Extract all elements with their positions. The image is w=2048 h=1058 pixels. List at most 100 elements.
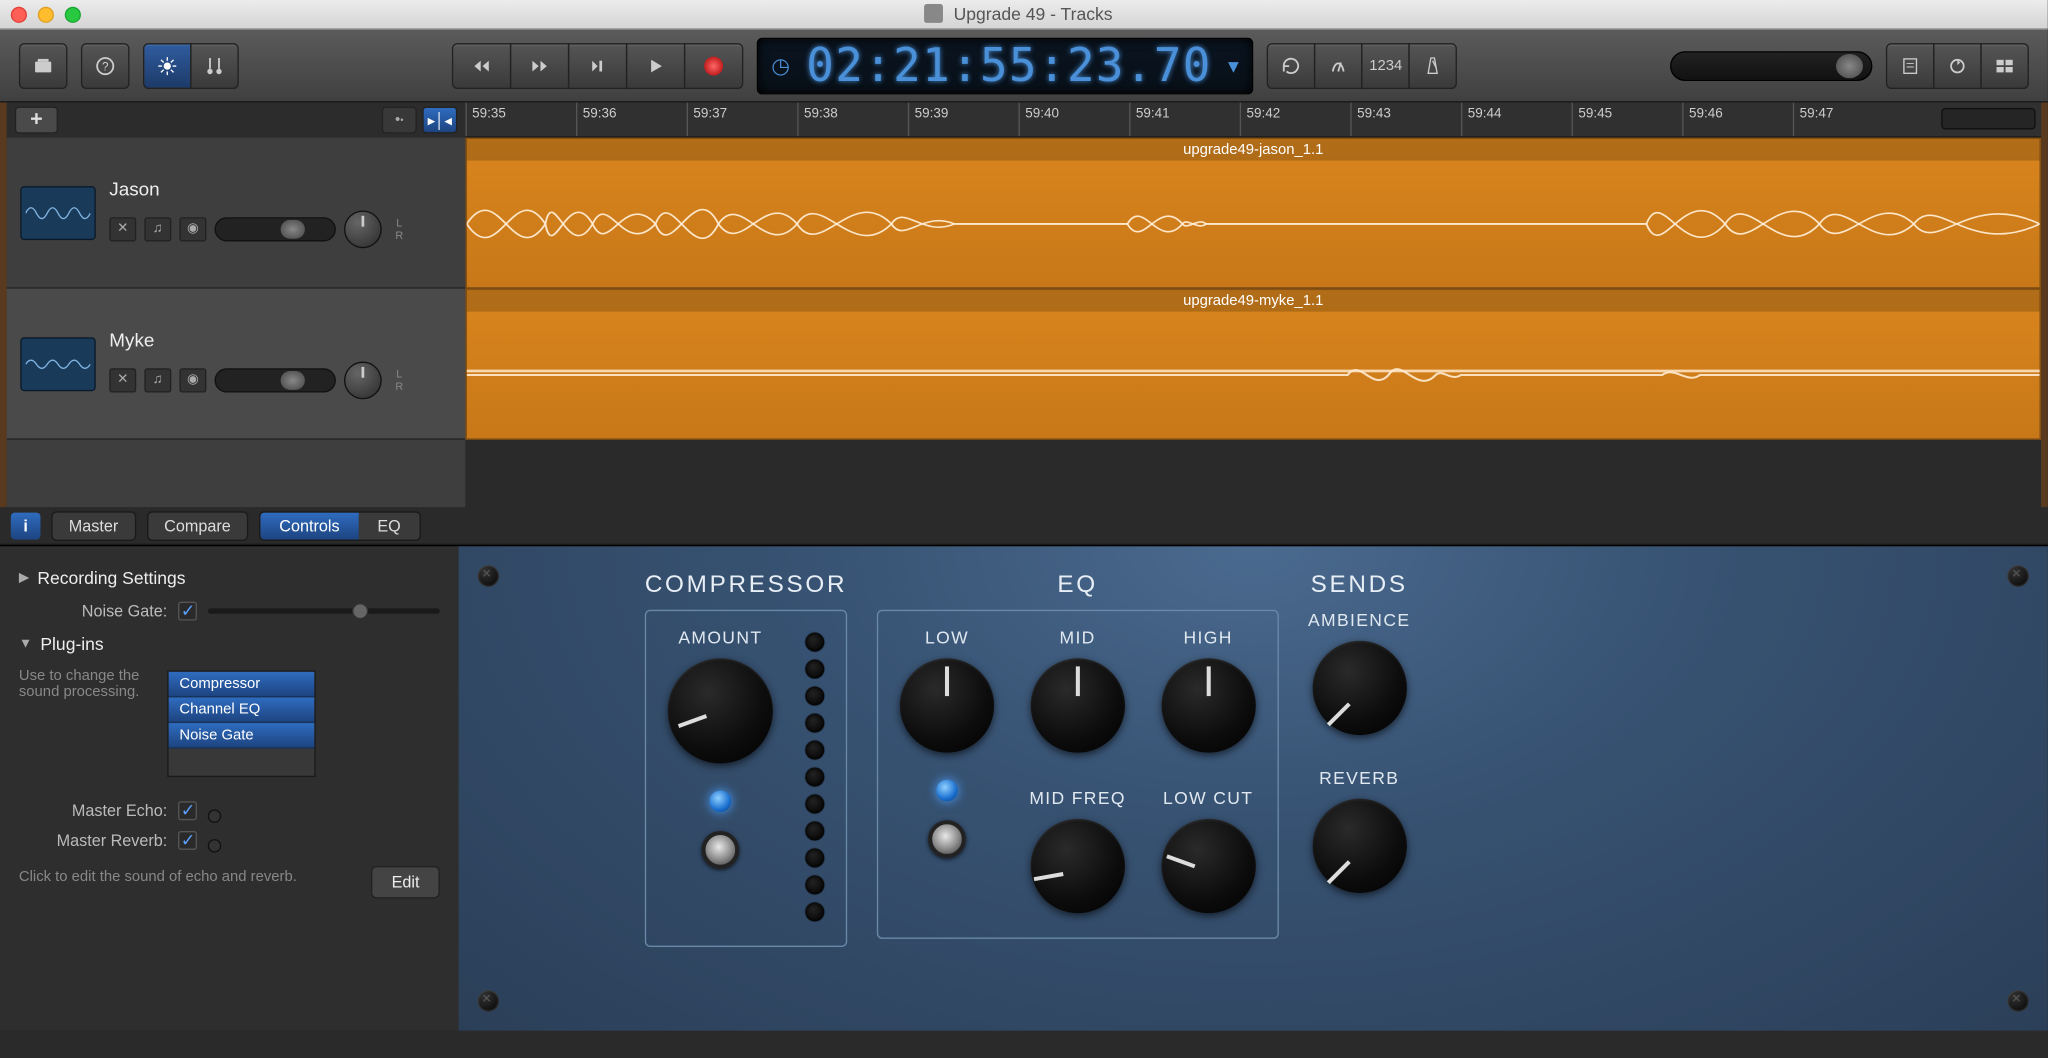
compressor-amount-knob[interactable] <box>668 658 773 763</box>
track-volume-slider[interactable] <box>214 217 335 241</box>
effects-rack: COMPRESSOR AMOUNT <box>459 546 2048 1030</box>
input-monitor-button[interactable]: ◉ <box>179 368 206 392</box>
compressor-jack <box>701 831 739 869</box>
count-in-button[interactable]: 1234 <box>1362 42 1411 88</box>
master-echo-knob[interactable] <box>208 809 221 822</box>
ruler-tick: 59:39 <box>908 103 1019 137</box>
noise-gate-checkbox[interactable] <box>178 602 197 621</box>
noise-gate-slider[interactable] <box>208 608 440 613</box>
master-volume-slider[interactable] <box>1670 51 1872 81</box>
plugin-slot[interactable]: Noise Gate <box>169 723 315 749</box>
stop-button[interactable] <box>568 42 627 88</box>
cycle-button[interactable] <box>1267 42 1316 88</box>
main-toolbar: ? ◷ 02:21:55:23.70 ▾ 1234 <box>0 30 2048 103</box>
plugin-slot[interactable]: Channel EQ <box>169 697 315 723</box>
noise-gate-label: Noise Gate: <box>19 602 167 621</box>
track-header-toolbar: + •• ▸│◂ <box>7 103 466 138</box>
eq-high-knob[interactable] <box>1161 658 1255 752</box>
eq-tab[interactable]: EQ <box>358 512 419 539</box>
smart-controls-panel: ▶Recording Settings Noise Gate: ▼Plug-in… <box>0 545 2048 1031</box>
ruler-tick: 59:41 <box>1129 103 1240 137</box>
record-button[interactable] <box>684 42 743 88</box>
smart-controls-button[interactable] <box>143 42 192 88</box>
zoom-slider[interactable] <box>1941 108 2035 130</box>
play-button[interactable] <box>626 42 685 88</box>
rewind-button[interactable] <box>452 42 511 88</box>
plugin-empty-slot[interactable] <box>169 749 315 776</box>
clips-area[interactable]: upgrade49-jason_1.1 upgrade49-myke_1.1 <box>465 138 2041 508</box>
mute-button[interactable]: ✕ <box>109 368 136 392</box>
plugins-disclosure[interactable]: ▼Plug-ins <box>19 626 440 662</box>
forward-button[interactable] <box>510 42 569 88</box>
library-button[interactable] <box>19 42 68 88</box>
editors-button[interactable] <box>190 42 239 88</box>
add-track-button[interactable]: + <box>15 107 58 134</box>
audio-region[interactable]: upgrade49-jason_1.1 <box>465 138 2041 289</box>
master-button[interactable]: Master <box>51 511 136 541</box>
plugin-slot[interactable]: Compressor <box>169 672 315 698</box>
recording-settings-label: Recording Settings <box>37 568 185 588</box>
loops-button[interactable] <box>1933 42 1982 88</box>
document-icon <box>924 4 943 23</box>
ruler-tick: 59:40 <box>1018 103 1129 137</box>
input-monitor-button[interactable]: ◉ <box>179 217 206 241</box>
eq-midfreq-knob[interactable] <box>1030 819 1124 913</box>
eq-active-led <box>936 780 958 802</box>
media-browser-button[interactable] <box>1980 42 2029 88</box>
eq-high-label: HIGH <box>1184 627 1233 647</box>
arrange-area[interactable]: 59:3559:3659:3759:3859:3959:4059:4159:42… <box>465 103 2041 508</box>
eq-lowcut-knob[interactable] <box>1161 819 1255 913</box>
audio-region[interactable]: upgrade49-myke_1.1 <box>465 289 2041 440</box>
fullscreen-window-button[interactable] <box>65 6 81 22</box>
edit-button[interactable]: Edit <box>371 866 439 898</box>
metronome-button[interactable] <box>1409 42 1458 88</box>
recording-settings-disclosure[interactable]: ▶Recording Settings <box>19 560 440 596</box>
ruler-tick: 59:42 <box>1240 103 1351 137</box>
ruler-tick: 59:35 <box>465 103 576 137</box>
inspector-toggle-button[interactable]: i <box>11 512 41 539</box>
compare-button[interactable]: Compare <box>147 511 249 541</box>
screw-icon <box>478 990 500 1012</box>
pan-left-label: L <box>390 368 409 380</box>
timeline-ruler[interactable]: 59:3559:3659:3759:3859:3959:4059:4159:42… <box>465 103 2041 138</box>
track-row[interactable]: Jason ✕ ♫ ◉ LR <box>7 138 466 289</box>
screw-icon <box>2007 990 2029 1012</box>
master-echo-checkbox[interactable] <box>178 801 197 820</box>
pan-knob[interactable] <box>344 210 382 248</box>
eq-low-knob[interactable] <box>900 658 994 752</box>
ambience-knob[interactable] <box>1312 641 1406 735</box>
lcd-display[interactable]: ◷ 02:21:55:23.70 ▾ <box>756 37 1253 94</box>
minimize-window-button[interactable] <box>38 6 54 22</box>
ruler-tick: 59:46 <box>1682 103 1793 137</box>
eq-mid-knob[interactable] <box>1030 658 1124 752</box>
region-label: upgrade49-jason_1.1 <box>467 139 2040 161</box>
ruler-tick: 59:37 <box>687 103 798 137</box>
ruler-tick: 59:38 <box>797 103 908 137</box>
automation-button[interactable]: •• <box>382 107 417 134</box>
pan-knob[interactable] <box>344 361 382 399</box>
quick-help-button[interactable]: ? <box>81 42 130 88</box>
solo-headphones-button[interactable]: ♫ <box>144 368 171 392</box>
notepad-button[interactable] <box>1886 42 1935 88</box>
eq-lowcut-label: LOW CUT <box>1163 788 1253 808</box>
inspector-panel: ▶Recording Settings Noise Gate: ▼Plug-in… <box>0 546 459 1030</box>
reverb-knob[interactable] <box>1312 799 1406 893</box>
track-volume-slider[interactable] <box>214 368 335 392</box>
lcd-dropdown-icon[interactable]: ▾ <box>1228 52 1239 79</box>
controls-tab[interactable]: Controls <box>260 512 358 539</box>
master-reverb-knob[interactable] <box>208 839 221 852</box>
ambience-label: AMBIENCE <box>1308 610 1410 630</box>
amount-label: AMOUNT <box>678 627 762 647</box>
echo-reverb-help-text: Click to edit the sound of echo and reve… <box>19 869 355 885</box>
tuner-button[interactable] <box>1314 42 1363 88</box>
track-row[interactable]: Myke ✕ ♫ ◉ LR <box>7 289 466 440</box>
master-volume-thumb[interactable] <box>1836 53 1863 77</box>
close-window-button[interactable] <box>11 6 27 22</box>
plugins-help-text: Use to change the sound processing. <box>19 668 167 772</box>
master-reverb-checkbox[interactable] <box>178 831 197 850</box>
record-icon <box>704 56 723 75</box>
solo-headphones-button[interactable]: ♫ <box>144 217 171 241</box>
catch-playhead-button[interactable]: ▸│◂ <box>422 107 457 134</box>
ruler-tick: 59:45 <box>1572 103 1683 137</box>
mute-button[interactable]: ✕ <box>109 217 136 241</box>
